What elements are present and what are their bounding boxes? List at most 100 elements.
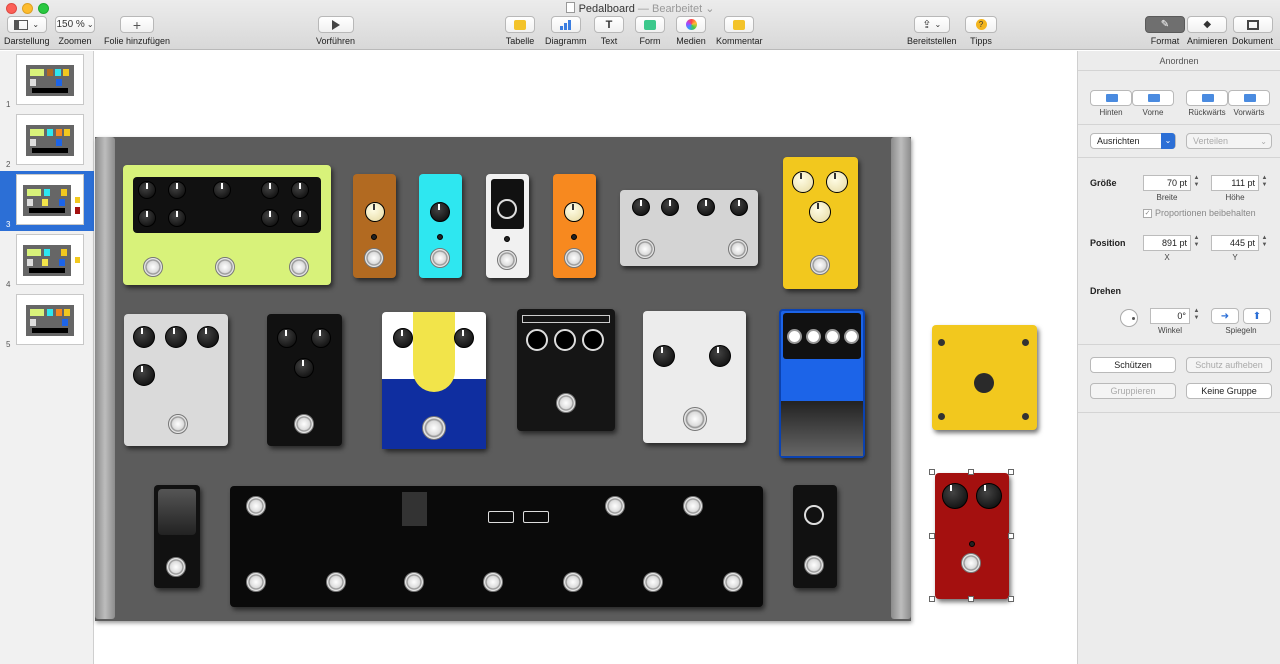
angle-stepper[interactable]: ▲ ▼ (1192, 308, 1201, 324)
resize-handle[interactable] (929, 596, 935, 602)
midi-switcher[interactable] (230, 486, 763, 607)
animate-icon: ◆ (1203, 19, 1212, 30)
pedal-green-multi[interactable] (123, 165, 331, 285)
pedal-orange[interactable] (553, 174, 596, 278)
photos-icon (685, 19, 697, 30)
shape-icon (644, 19, 656, 30)
document-icon (1246, 19, 1259, 30)
align-section: Ausrichten ⌄ Verteilen ⌄ (1078, 125, 1280, 158)
add-slide-button[interactable]: + Folie hinzufügen (104, 16, 170, 46)
pedal-black[interactable] (267, 314, 342, 446)
height-field[interactable]: 111 pt (1211, 175, 1259, 191)
insert-table-button[interactable]: Tabelle (505, 16, 535, 46)
slide-thumbnail-2[interactable]: 2 (0, 111, 94, 171)
height-stepper[interactable]: ▲ ▼ (1260, 175, 1269, 191)
position-y-field[interactable]: 445 pt (1211, 235, 1259, 251)
flip-vertical-button[interactable]: ⬆ (1243, 308, 1271, 324)
position-y-stepper[interactable]: ▲ ▼ (1260, 235, 1269, 251)
tab-document[interactable]: Dokument (1232, 16, 1273, 46)
send-backward-icon (1202, 94, 1214, 102)
resize-handle[interactable] (1008, 596, 1014, 602)
angle-field[interactable]: 0° (1150, 308, 1190, 324)
pedal-black-triple[interactable] (517, 309, 615, 431)
unlock-button[interactable]: Schutz aufheben (1186, 357, 1272, 373)
slide-navigator: 1 2 3 4 5 (0, 51, 94, 664)
lock-group-section: Schützen Schutz aufheben Gruppieren Kein… (1078, 345, 1280, 413)
slide-thumbnail-5[interactable]: 5 (0, 291, 94, 351)
pedal-red-selected[interactable] (935, 473, 1009, 599)
width-field[interactable]: 70 pt (1143, 175, 1191, 191)
board-rail-left (95, 137, 115, 619)
arrow-right-icon: ➜ (1220, 310, 1230, 322)
insert-shape-button[interactable]: Form (635, 16, 665, 46)
pedal-grey-triple[interactable] (124, 314, 228, 446)
bring-forward-button[interactable] (1228, 90, 1270, 106)
pedal-cyan[interactable] (419, 174, 462, 278)
send-to-back-button[interactable] (1090, 90, 1132, 106)
group-button[interactable]: Gruppieren (1090, 383, 1176, 399)
share-button[interactable]: ⇪ ⌄ Bereitstellen (907, 16, 957, 46)
insert-comment-button[interactable]: Kommentar (716, 16, 763, 46)
tab-animate[interactable]: ◆ Animieren (1187, 16, 1228, 46)
keep-proportions-checkbox[interactable]: ✓ Proportionen beibehalten (1143, 208, 1256, 218)
bar-chart-icon (560, 19, 572, 30)
slide-preview (16, 234, 84, 285)
pedal-yellow-enclosure[interactable] (932, 325, 1037, 430)
checkbox-icon: ✓ (1143, 208, 1152, 218)
pedal-white-black[interactable] (486, 174, 529, 278)
ungroup-button[interactable]: Keine Gruppe (1186, 383, 1272, 399)
document-icon (565, 2, 575, 13)
bring-front-icon (1148, 94, 1160, 102)
insert-chart-button[interactable]: Diagramm (545, 16, 587, 46)
insert-text-button[interactable]: T Text (594, 16, 624, 46)
play-icon (331, 19, 340, 30)
send-back-icon (1106, 94, 1118, 102)
pedal-yellow-blue[interactable] (382, 312, 486, 449)
slide-thumbnail-1[interactable]: 1 (0, 51, 94, 111)
position-x-field[interactable]: 891 pt (1143, 235, 1191, 251)
bring-to-front-button[interactable] (1132, 90, 1174, 106)
send-backward-button[interactable] (1186, 90, 1228, 106)
sidebar-view-icon (14, 19, 29, 30)
tips-button[interactable]: ? Tipps (965, 16, 997, 46)
pedal-white[interactable] (643, 311, 746, 443)
rotation-dial[interactable] (1120, 309, 1138, 327)
align-dropdown[interactable]: Ausrichten ⌄ (1090, 133, 1176, 149)
rotate-section: Drehen 0° ▲ ▼ Winkel ➜ ⬆ Spiegeln (1078, 277, 1280, 345)
pedal-yellow-fuzz[interactable] (783, 157, 858, 289)
slide-thumbnail-4[interactable]: 4 (0, 231, 94, 291)
board-rail-right (891, 137, 911, 619)
darstellung-button[interactable]: ⌄ Darstellung (4, 16, 50, 46)
tips-icon: ? (975, 19, 987, 30)
bring-forward-icon (1244, 94, 1256, 102)
pedal-blue-boss[interactable] (779, 309, 865, 458)
resize-handle[interactable] (1008, 469, 1014, 475)
pedal-expression-left[interactable] (154, 485, 200, 588)
lock-button[interactable]: Schützen (1090, 357, 1176, 373)
window-title: Pedalboard — Bearbeitet ⌄ (0, 2, 1280, 15)
pedal-expression-right[interactable] (793, 485, 837, 588)
position-x-stepper[interactable]: ▲ ▼ (1192, 235, 1201, 251)
flip-horizontal-button[interactable]: ➜ (1211, 308, 1239, 324)
width-stepper[interactable]: ▲ ▼ (1192, 175, 1201, 191)
slide-canvas[interactable] (95, 51, 1076, 664)
slide-preview (16, 114, 84, 165)
resize-handle[interactable] (929, 533, 935, 539)
resize-handle[interactable] (1008, 533, 1014, 539)
inspector-tab-arrange[interactable]: Anordnen (1078, 51, 1280, 71)
slide-thumbnail-3[interactable]: 3 (0, 171, 94, 231)
resize-handle[interactable] (968, 469, 974, 475)
play-button[interactable]: Vorführen (316, 16, 355, 46)
table-icon (514, 19, 526, 30)
distribute-dropdown[interactable]: Verteilen ⌄ (1186, 133, 1272, 149)
resize-handle[interactable] (968, 596, 974, 602)
resize-handle[interactable] (929, 469, 935, 475)
arrow-up-icon: ⬆ (1252, 310, 1262, 322)
zoom-select[interactable]: 150 % ⌄ Zoomen (55, 16, 95, 46)
insert-media-button[interactable]: Medien (676, 16, 706, 46)
pedal-brown[interactable] (353, 174, 396, 278)
format-inspector: Anordnen Hinten Vorne Rückwärts Vorwärts… (1077, 51, 1280, 664)
chevron-down-icon: ⌄ (1161, 133, 1175, 149)
tab-format[interactable]: ✎ Format (1145, 16, 1185, 46)
pedal-grey-quad[interactable] (620, 190, 758, 266)
